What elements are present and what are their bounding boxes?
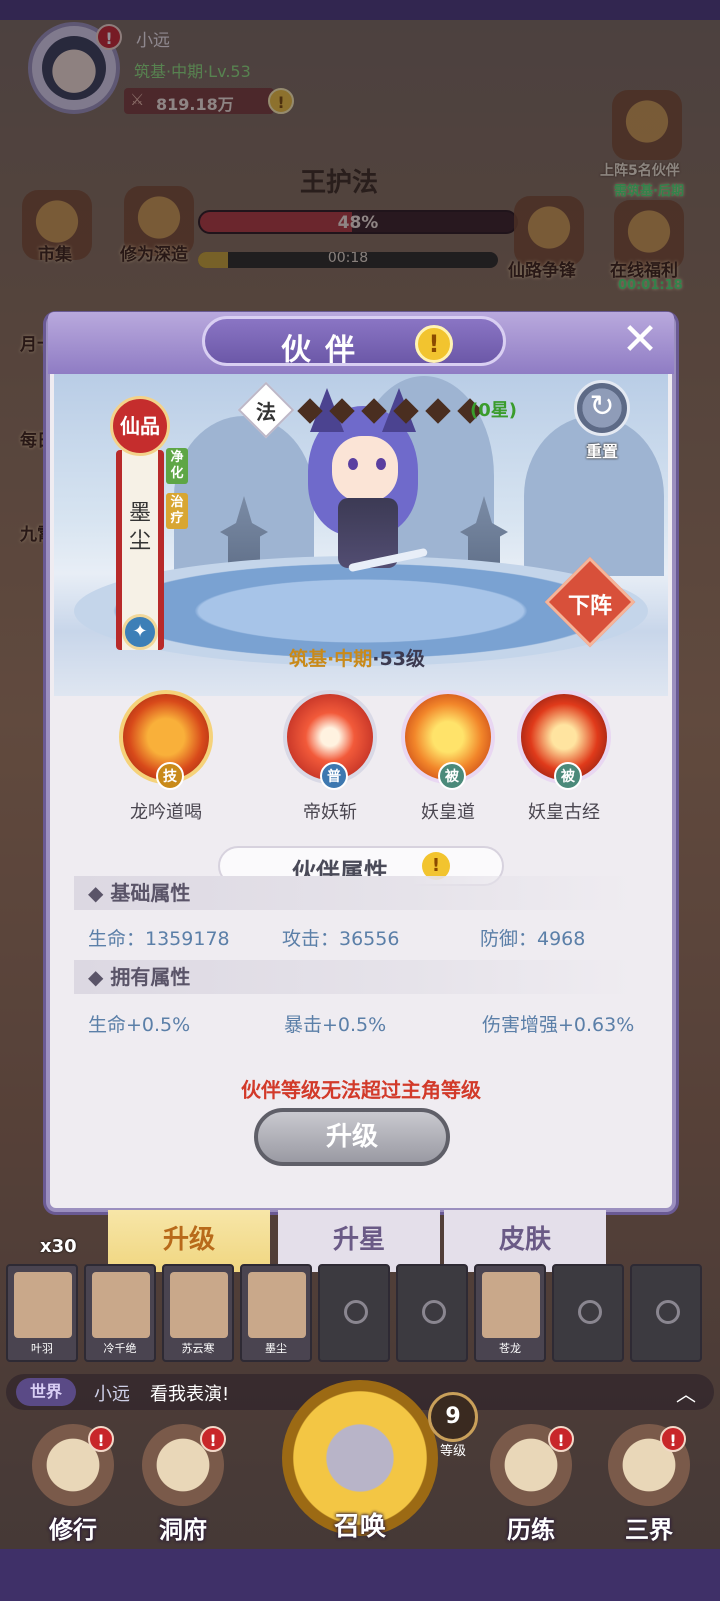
partner-name: 墨尘 (265, 1342, 287, 1355)
quality-badge: 仙品 (110, 396, 170, 456)
lock-icon (344, 1300, 368, 1324)
partner-portrait (482, 1272, 540, 1338)
upgrade-button[interactable]: 升级 (254, 1108, 450, 1166)
partner-modal: 伙伴 ! ✕ 仙品 墨尘 ✦ 净化 治疗 法 (0星) ↻ 重置 下阵 筑基·中… (48, 312, 674, 1208)
owned-attributes-title: 拥有属性 (110, 965, 191, 989)
alert-icon: ! (88, 1426, 114, 1452)
partner-name: 苏云寒 (181, 1342, 215, 1355)
hero-name: 墨尘 (128, 501, 151, 554)
element-label: 法 (256, 400, 276, 424)
star-diamond-icon (329, 398, 355, 424)
star-diamond-icon (393, 398, 419, 424)
hero-realm: 筑基·中期 (289, 648, 373, 670)
skill-item[interactable]: 技 龙吟道喝 (106, 690, 226, 824)
fire-book-icon[interactable]: 被 (517, 690, 611, 790)
partner-roster: 叶羽 冷千绝 苏云寒 墨尘 苍龙 (6, 1264, 714, 1366)
title-plate: 伙伴 ! (202, 316, 506, 368)
tab-upgrade[interactable]: 升级 (108, 1210, 270, 1272)
locked-slot[interactable] (552, 1264, 624, 1362)
info-icon[interactable]: ! (415, 325, 453, 363)
lock-icon (656, 1300, 680, 1324)
partner-portrait (14, 1272, 72, 1338)
item-count: x30 (40, 1236, 77, 1257)
level-cap-warning: 伙伴等级无法超过主角等级 (241, 1078, 481, 1102)
bonus-damage: 伤害增强+0.63% (482, 1014, 635, 1036)
flame-hand-icon[interactable]: 被 (401, 690, 495, 790)
dragon-roar-icon[interactable]: 技 (119, 690, 213, 790)
skill-type-badge: 技 (156, 762, 184, 790)
partner-portrait (248, 1272, 306, 1338)
level-label: 等级 (439, 1444, 466, 1459)
modal-header: 伙伴 ! ✕ (48, 312, 674, 374)
star-diamond-icon (425, 398, 451, 424)
stat-attack: 攻击：36556 (282, 928, 400, 950)
hero-level-number: ·53级 (372, 648, 425, 670)
tag-purify: 净化 (166, 448, 188, 484)
partner-slot[interactable]: 苍龙 (474, 1264, 546, 1362)
locked-slot[interactable] (396, 1264, 468, 1362)
partner-name: 苍龙 (499, 1342, 521, 1355)
locked-slot[interactable] (318, 1264, 390, 1362)
star-diamond-icon (361, 398, 387, 424)
nav-label: 洞府 (159, 1516, 207, 1544)
partner-portrait (92, 1272, 150, 1338)
skill-list: 技 龙吟道喝 普 帝妖斩 被 妖皇道 被 妖皇古经 (50, 690, 672, 830)
bonus-hp: 生命+0.5% (88, 1014, 191, 1036)
chat-user: 小远 (94, 1384, 130, 1405)
bottom-strip (0, 1549, 720, 1601)
hero-level: 筑基·中期·53级 (50, 644, 664, 671)
alert-icon: ! (660, 1426, 686, 1452)
chat-message: 看我表演! (150, 1384, 230, 1405)
alert-icon: ! (548, 1426, 574, 1452)
skill-item[interactable]: 普 帝妖斩 (270, 690, 390, 824)
tab-star-up[interactable]: 升星 (278, 1210, 440, 1272)
base-attributes-title: 基础属性 (110, 881, 191, 905)
level-badge: 9 (428, 1392, 478, 1442)
partner-name: 叶羽 (31, 1342, 53, 1355)
base-attributes-header: ◆ 基础属性 (74, 876, 634, 910)
alert-icon: ! (200, 1426, 226, 1452)
partner-slot[interactable]: 苏云寒 (162, 1264, 234, 1362)
skill-name: 妖皇道 (421, 802, 475, 823)
skill-name: 龙吟道喝 (130, 802, 202, 823)
close-icon[interactable]: ✕ (616, 318, 664, 366)
nav-summon[interactable]: 召唤 (282, 1506, 438, 1543)
lock-icon (422, 1300, 446, 1324)
star-rating (297, 398, 483, 424)
reset-label[interactable]: 重置 (578, 438, 626, 462)
skill-type-badge: 被 (438, 762, 466, 790)
modal-title: 伙伴 (281, 333, 369, 368)
bonus-crit: 暴击+0.5% (284, 1014, 387, 1036)
nav-label: 修行 (49, 1516, 97, 1544)
stat-defense: 防御：4968 (480, 928, 586, 950)
tag-heal: 治疗 (166, 493, 188, 529)
reset-icon[interactable]: ↻ (574, 380, 630, 436)
skill-name: 帝妖斩 (303, 802, 357, 823)
partner-name: 冷千绝 (103, 1342, 137, 1355)
partner-slot[interactable]: 叶羽 (6, 1264, 78, 1362)
partner-slot[interactable]: 冷千绝 (84, 1264, 156, 1362)
skill-type-badge: 被 (554, 762, 582, 790)
dismiss-label[interactable]: 下阵 (548, 588, 632, 620)
nav-label: 历练 (507, 1516, 555, 1544)
star-diamond-icon (297, 398, 323, 424)
skill-item[interactable]: 被 妖皇道 (388, 690, 508, 824)
chevron-up-icon[interactable]: ︿ (676, 1378, 696, 1407)
slash-icon[interactable]: 普 (283, 690, 377, 790)
partner-slot[interactable]: 墨尘 (240, 1264, 312, 1362)
lock-icon (578, 1300, 602, 1324)
skill-name: 妖皇古经 (528, 802, 600, 823)
tab-skin[interactable]: 皮肤 (444, 1210, 606, 1272)
nav-realms[interactable]: 三界 (594, 1420, 704, 1550)
locked-slot[interactable] (630, 1264, 702, 1362)
stat-hp: 生命：1359178 (88, 928, 230, 950)
partner-portrait (170, 1272, 228, 1338)
skill-type-badge: 普 (320, 762, 348, 790)
skill-item[interactable]: 被 妖皇古经 (504, 690, 624, 824)
hero-banner: 仙品 墨尘 ✦ (110, 388, 170, 668)
star-count: (0星) (470, 400, 517, 421)
chat-channel[interactable]: 世界 (16, 1378, 76, 1406)
nav-label: 三界 (625, 1516, 673, 1544)
owned-attributes-header: ◆ 拥有属性 (74, 960, 634, 994)
